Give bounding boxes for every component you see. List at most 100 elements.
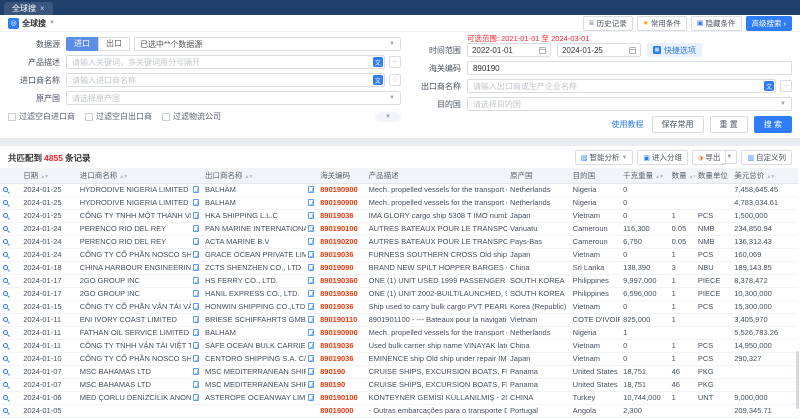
search-button[interactable]: 搜 索 xyxy=(754,116,792,133)
import-toggle[interactable]: 进口 xyxy=(66,37,98,51)
copy-icon[interactable] xyxy=(193,251,199,258)
sort-icon[interactable]: ▲▼ xyxy=(655,174,663,180)
copy-icon[interactable] xyxy=(193,277,199,284)
history-button[interactable]: ≣历史记录 xyxy=(583,16,633,31)
copy-icon[interactable] xyxy=(193,368,199,375)
magnifier-icon[interactable] xyxy=(3,304,8,309)
magnifier-icon[interactable] xyxy=(3,395,8,400)
magnifier-icon[interactable] xyxy=(3,369,8,374)
copy-icon[interactable] xyxy=(308,186,314,193)
copy-icon[interactable] xyxy=(193,199,199,206)
checkbox-icon[interactable] xyxy=(162,113,170,121)
exporter-input[interactable] xyxy=(467,79,776,93)
product-desc-input[interactable] xyxy=(66,55,385,69)
save-common-button[interactable]: 保存常用 xyxy=(652,116,704,133)
copy-icon[interactable] xyxy=(193,342,199,349)
custom-columns-button[interactable]: ▥自定义列 xyxy=(741,150,792,165)
magnifier-icon[interactable] xyxy=(3,187,8,192)
checkbox-icon[interactable] xyxy=(85,113,93,121)
importer-input[interactable] xyxy=(66,73,385,87)
dest-country-select[interactable]: 请选择目的国 ▼ xyxy=(467,97,792,111)
translate-icon[interactable]: 文 xyxy=(373,57,383,67)
advanced-search-button[interactable]: 高级搜索› xyxy=(746,16,793,31)
copy-icon[interactable] xyxy=(308,342,314,349)
magnifier-icon[interactable] xyxy=(3,330,8,335)
sort-icon[interactable]: ▲▼ xyxy=(40,174,48,180)
copy-icon[interactable] xyxy=(308,199,314,206)
translate-icon[interactable]: 文 xyxy=(373,75,383,85)
copy-icon[interactable] xyxy=(308,303,314,310)
filter-checkbox-0[interactable]: 过滤空白进口商 xyxy=(8,111,75,122)
column-header-2[interactable]: 出口商名称▲▼ xyxy=(202,168,317,183)
filter-checkbox-2[interactable]: 过滤物流公司 xyxy=(162,111,221,122)
sort-icon[interactable]: ▲▼ xyxy=(119,174,127,180)
copy-icon[interactable] xyxy=(308,355,314,362)
magnifier-icon[interactable] xyxy=(3,317,8,322)
copy-icon[interactable] xyxy=(308,277,314,284)
copy-icon[interactable] xyxy=(193,264,199,271)
magnifier-icon[interactable] xyxy=(3,213,8,218)
copy-icon[interactable] xyxy=(193,381,199,388)
copy-icon[interactable] xyxy=(308,212,314,219)
smart-analysis-button[interactable]: ▧智能分析▼ xyxy=(575,150,634,165)
checkbox-icon[interactable] xyxy=(8,113,16,121)
copy-icon[interactable] xyxy=(308,264,314,271)
copy-icon[interactable] xyxy=(193,329,199,336)
copy-icon[interactable] xyxy=(193,238,199,245)
magnifier-icon[interactable] xyxy=(3,343,8,348)
copy-icon[interactable] xyxy=(193,303,199,310)
sort-icon[interactable]: ▲▼ xyxy=(245,174,253,180)
vertical-scrollbar[interactable] xyxy=(796,351,799,409)
copy-icon[interactable] xyxy=(193,186,199,193)
common-conditions-button[interactable]: ★常用条件 xyxy=(637,16,687,31)
tab-close-icon[interactable]: × xyxy=(40,4,45,13)
data-source-select[interactable]: 已选中**个数据源 ▼ xyxy=(134,37,401,51)
export-dropdown-button[interactable]: ▼ xyxy=(722,150,737,164)
copy-icon[interactable] xyxy=(308,225,314,232)
date-to-input[interactable]: 2024-01-25 xyxy=(557,43,641,57)
magnifier-icon[interactable] xyxy=(3,291,8,296)
magnifier-icon[interactable] xyxy=(3,226,8,231)
copy-icon[interactable] xyxy=(193,290,199,297)
tutorial-link[interactable]: 使用教程 xyxy=(612,119,644,130)
magnifier-icon[interactable] xyxy=(3,265,8,270)
copy-icon[interactable] xyxy=(308,290,314,297)
copy-icon[interactable] xyxy=(308,316,314,323)
copy-icon[interactable] xyxy=(193,355,199,362)
sort-icon[interactable]: ▲▼ xyxy=(766,174,774,180)
quick-options-button[interactable]: ▦ 快捷选项 xyxy=(647,43,702,57)
tab-global-search[interactable]: 全球搜 × xyxy=(4,2,53,15)
collapse-filters-button[interactable]: ▼ xyxy=(375,112,401,122)
copy-icon[interactable] xyxy=(308,394,314,401)
origin-country-select[interactable]: 请选择原产国 ▼ xyxy=(66,91,401,105)
export-toggle[interactable]: 出口 xyxy=(98,37,130,51)
export-button[interactable]: ⬗导出 xyxy=(692,150,726,165)
batch-input-icon[interactable]: ⁘ xyxy=(389,74,401,86)
magnifier-icon[interactable] xyxy=(3,278,8,283)
reset-button[interactable]: 重 置 xyxy=(710,116,748,133)
copy-icon[interactable] xyxy=(193,316,199,323)
column-header-7[interactable]: 千克重量▲▼ xyxy=(620,168,668,183)
copy-icon[interactable] xyxy=(308,368,314,375)
column-header-0[interactable]: 日期▲▼ xyxy=(20,168,77,183)
copy-icon[interactable] xyxy=(308,329,314,336)
column-header-8[interactable]: 数量▲▼ xyxy=(669,168,695,183)
batch-input-icon[interactable]: ⁘ xyxy=(780,80,792,92)
sort-icon[interactable]: ▲▼ xyxy=(689,174,695,180)
copy-icon[interactable] xyxy=(193,394,199,401)
magnifier-icon[interactable] xyxy=(3,200,8,205)
copy-icon[interactable] xyxy=(308,238,314,245)
date-from-input[interactable]: 2022-01-01 xyxy=(467,43,551,57)
column-header-10[interactable]: 美元总价▲▼ xyxy=(731,168,798,183)
hs-code-input[interactable] xyxy=(467,61,792,75)
copy-icon[interactable] xyxy=(308,381,314,388)
copy-icon[interactable] xyxy=(308,251,314,258)
translate-icon[interactable]: 文 xyxy=(764,81,774,91)
magnifier-icon[interactable] xyxy=(3,252,8,257)
batch-input-icon[interactable]: ⁘ xyxy=(389,56,401,68)
app-selector[interactable]: ◎ 全球搜 ▼ xyxy=(8,18,55,29)
copy-icon[interactable] xyxy=(193,225,199,232)
column-header-1[interactable]: 进口商名称▲▼ xyxy=(77,168,202,183)
filter-checkbox-1[interactable]: 过滤空白出口商 xyxy=(85,111,152,122)
magnifier-icon[interactable] xyxy=(3,382,8,387)
